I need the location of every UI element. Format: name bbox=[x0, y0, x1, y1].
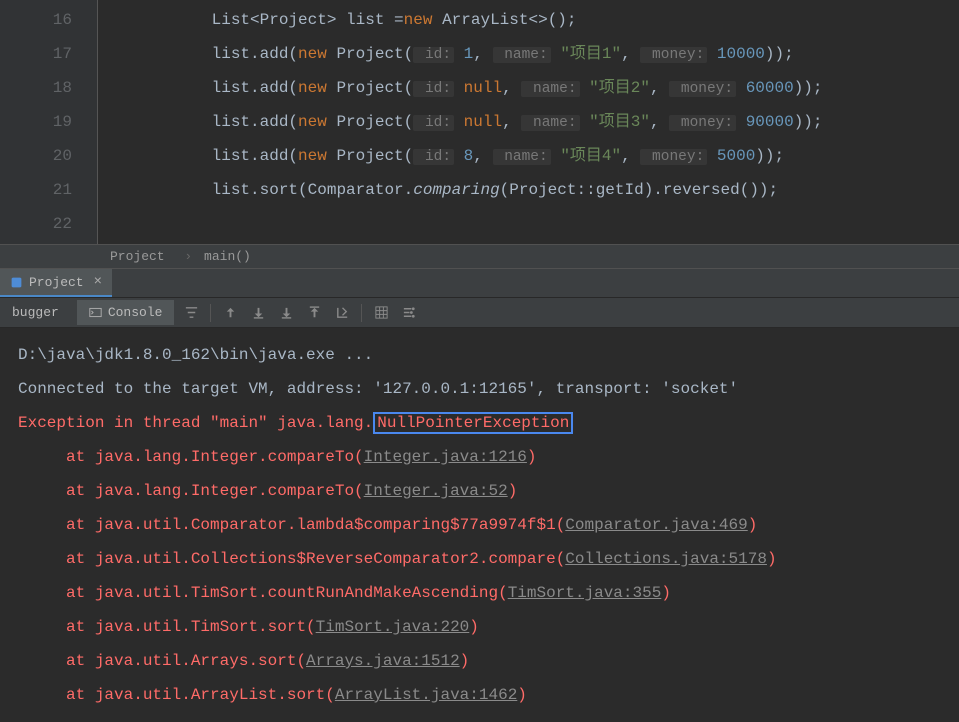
run-tab-project[interactable]: Project × bbox=[0, 269, 112, 297]
param-hint: id: bbox=[413, 81, 454, 97]
code-editor[interactable]: 16 17 18 19 20 21 22 List<Project> list … bbox=[0, 0, 959, 244]
export-icon[interactable] bbox=[331, 302, 353, 324]
breadcrumb-item[interactable]: main() bbox=[204, 249, 251, 264]
filter-icon[interactable] bbox=[180, 302, 202, 324]
param-hint: name: bbox=[521, 115, 579, 131]
stack-trace: at java.lang.Integer.compareTo(Integer.j… bbox=[18, 440, 941, 712]
code-line[interactable]: list.add(new Project( id: null, name: "项… bbox=[106, 105, 959, 139]
run-icon bbox=[10, 276, 23, 289]
exception-highlight: NullPointerException bbox=[373, 412, 573, 434]
stack-trace-line: at java.util.Arrays.sort(Arrays.java:151… bbox=[18, 644, 941, 678]
stack-trace-line: at java.lang.Integer.compareTo(Integer.j… bbox=[18, 440, 941, 474]
breadcrumb-separator: › bbox=[184, 249, 192, 264]
up-stack-icon[interactable] bbox=[219, 302, 241, 324]
code-line[interactable]: List<Project> list =new ArrayList<>(); bbox=[106, 3, 959, 37]
source-link[interactable]: Comparator.java:469 bbox=[565, 516, 747, 534]
line-number: 17 bbox=[0, 37, 72, 71]
source-link[interactable]: TimSort.java:355 bbox=[508, 584, 662, 602]
param-hint: id: bbox=[413, 149, 454, 165]
param-hint: id: bbox=[413, 115, 454, 131]
line-number: 22 bbox=[0, 207, 72, 241]
param-hint: id: bbox=[413, 47, 454, 63]
download-icon[interactable] bbox=[247, 302, 269, 324]
stack-trace-line: at java.lang.Integer.compareTo(Integer.j… bbox=[18, 474, 941, 508]
param-hint: name: bbox=[521, 81, 579, 97]
code-line[interactable] bbox=[106, 207, 959, 241]
code-line[interactable]: list.sort(Comparator.comparing(Project::… bbox=[106, 173, 959, 207]
line-number: 21 bbox=[0, 173, 72, 207]
source-link[interactable]: TimSort.java:220 bbox=[316, 618, 470, 636]
line-number: 16 bbox=[0, 3, 72, 37]
console-line: Connected to the target VM, address: '12… bbox=[18, 372, 941, 406]
line-number: 19 bbox=[0, 105, 72, 139]
debug-toolbar: bugger Console bbox=[0, 298, 959, 328]
line-number-gutter: 16 17 18 19 20 21 22 bbox=[0, 0, 98, 244]
source-link[interactable]: Arrays.java:1512 bbox=[306, 652, 460, 670]
param-hint: name: bbox=[493, 47, 551, 63]
stack-trace-line: at java.util.Comparator.lambda$comparing… bbox=[18, 508, 941, 542]
separator bbox=[361, 304, 362, 322]
line-number: 20 bbox=[0, 139, 72, 173]
param-hint: money: bbox=[669, 81, 736, 97]
line-number: 18 bbox=[0, 71, 72, 105]
download-icon[interactable] bbox=[275, 302, 297, 324]
param-hint: money: bbox=[669, 115, 736, 131]
source-link[interactable]: Integer.java:1216 bbox=[364, 448, 527, 466]
param-hint: money: bbox=[640, 47, 707, 63]
console-output[interactable]: D:\java\jdk1.8.0_162\bin\java.exe ... Co… bbox=[0, 328, 959, 722]
tab-debugger[interactable]: bugger bbox=[0, 300, 71, 325]
code-content[interactable]: List<Project> list =new ArrayList<>(); l… bbox=[98, 0, 959, 244]
param-hint: money: bbox=[640, 149, 707, 165]
code-line[interactable]: list.add(new Project( id: null, name: "项… bbox=[106, 71, 959, 105]
close-icon[interactable]: × bbox=[94, 274, 102, 290]
stack-trace-line: at java.util.ArrayList.sort(ArrayList.ja… bbox=[18, 678, 941, 712]
source-link[interactable]: ArrayList.java:1462 bbox=[335, 686, 517, 704]
code-line[interactable]: list.add(new Project( id: 1, name: "项目1"… bbox=[106, 37, 959, 71]
stack-trace-line: at java.util.TimSort.countRunAndMakeAsce… bbox=[18, 576, 941, 610]
breadcrumb-item[interactable]: Project bbox=[110, 249, 165, 264]
breadcrumb[interactable]: Project › main() bbox=[0, 244, 959, 268]
console-exception-line: Exception in thread "main" java.lang.Nul… bbox=[18, 406, 941, 440]
stack-trace-line: at java.util.Collections$ReverseComparat… bbox=[18, 542, 941, 576]
run-tab-bar: Project × bbox=[0, 268, 959, 298]
settings-icon[interactable] bbox=[398, 302, 420, 324]
source-link[interactable]: Collections.java:5178 bbox=[565, 550, 767, 568]
tab-console[interactable]: Console bbox=[77, 300, 175, 325]
console-icon bbox=[89, 306, 102, 319]
console-line: D:\java\jdk1.8.0_162\bin\java.exe ... bbox=[18, 338, 941, 372]
code-line[interactable]: list.add(new Project( id: 8, name: "项目4"… bbox=[106, 139, 959, 173]
param-hint: name: bbox=[493, 149, 551, 165]
tab-label: Project bbox=[29, 275, 84, 290]
source-link[interactable]: Integer.java:52 bbox=[364, 482, 508, 500]
upload-icon[interactable] bbox=[303, 302, 325, 324]
grid-icon[interactable] bbox=[370, 302, 392, 324]
tab-label: Console bbox=[108, 305, 163, 320]
stack-trace-line: at java.util.TimSort.sort(TimSort.java:2… bbox=[18, 610, 941, 644]
separator bbox=[210, 304, 211, 322]
